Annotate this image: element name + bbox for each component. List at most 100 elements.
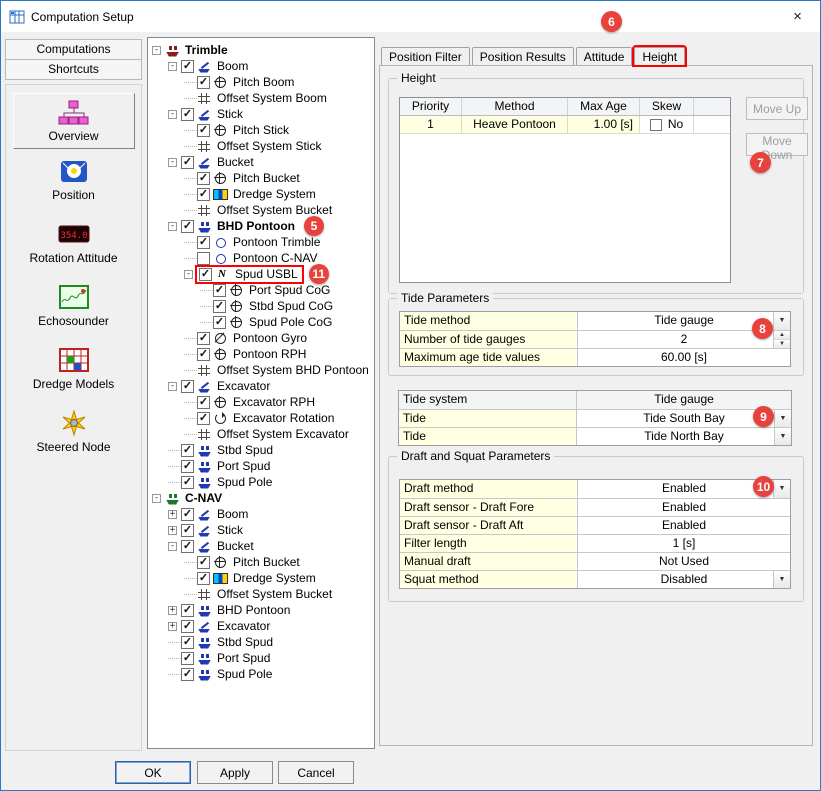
tab-height[interactable]: Height (634, 47, 685, 65)
tree-item[interactable]: Offset System Bucket (150, 586, 372, 602)
tree-item[interactable]: Excavator RPH (150, 394, 372, 410)
tree-item[interactable]: Dredge System (150, 186, 372, 202)
close-button[interactable]: × (775, 1, 820, 32)
tree-item[interactable]: Pitch Bucket (150, 554, 372, 570)
tree-item[interactable]: Spud Pole (150, 666, 372, 682)
tree-item[interactable]: Pontoon RPH (150, 346, 372, 362)
tree-item[interactable]: -Stick (150, 106, 372, 122)
method-cell[interactable]: Heave Pontoon (462, 116, 568, 133)
spinner-down-icon[interactable]: ▼ (774, 340, 790, 348)
tree-expander-icon[interactable]: - (168, 222, 177, 231)
max-age-tide-field[interactable]: 60.00 [s] (578, 349, 790, 366)
tree-item[interactable]: Offset System BHD Pontoon (150, 362, 372, 378)
checkbox[interactable] (197, 572, 210, 585)
checkbox[interactable] (197, 332, 210, 345)
tree-expander-icon[interactable]: - (168, 62, 177, 71)
checkbox[interactable] (197, 412, 210, 425)
skew-checkbox[interactable] (650, 119, 662, 131)
tree-item[interactable]: -C-NAV (150, 490, 372, 506)
tree-expander-icon[interactable]: - (152, 494, 161, 503)
tree-expander-icon[interactable]: + (168, 622, 177, 631)
tree-item[interactable]: Offset System Bucket (150, 202, 372, 218)
checkbox[interactable] (181, 508, 194, 521)
sidebar-item-overview[interactable]: Overview (13, 93, 135, 149)
checkbox[interactable] (197, 236, 210, 249)
column-header-skew[interactable]: Skew (640, 98, 694, 115)
tide-north-bay-select[interactable]: Tide North Bay ▼ (577, 428, 791, 445)
column-header-priority[interactable]: Priority (400, 98, 462, 115)
sidebar-item-echosounder[interactable]: Echosounder (6, 282, 141, 345)
sidebar-item-rotation-attitude[interactable]: 354.0 Rotation Attitude (6, 219, 141, 282)
tree-item[interactable]: -Bucket (150, 538, 372, 554)
tree-item[interactable]: Spud Pole CoG (150, 314, 372, 330)
tree-item[interactable]: Port Spud (150, 458, 372, 474)
max-age-cell[interactable]: 1.00 [s] (568, 116, 640, 133)
checkbox[interactable] (213, 316, 226, 329)
tab-position-results[interactable]: Position Results (472, 47, 574, 65)
tree-item[interactable]: Spud Pole (150, 474, 372, 490)
shortcuts-button[interactable]: Shortcuts (5, 59, 142, 80)
checkbox[interactable] (197, 556, 210, 569)
manual-draft-field[interactable]: Not Used (578, 553, 790, 570)
tree-expander-icon[interactable]: - (168, 158, 177, 167)
tree-item[interactable]: -Excavator (150, 378, 372, 394)
tree-item[interactable]: Stbd Spud CoG (150, 298, 372, 314)
tab-attitude[interactable]: Attitude (576, 47, 633, 65)
checkbox[interactable] (181, 476, 194, 489)
tree-item[interactable]: +Excavator (150, 618, 372, 634)
tree-item[interactable]: -BHD Pontoon5 (150, 218, 372, 234)
spinner-up-icon[interactable]: ▲ (774, 331, 790, 340)
tree-item[interactable]: Pontoon C-NAV (150, 250, 372, 266)
checkbox[interactable] (197, 396, 210, 409)
checkbox[interactable] (197, 124, 210, 137)
computations-button[interactable]: Computations (5, 39, 142, 60)
checkbox[interactable] (197, 172, 210, 185)
spinner[interactable]: ▲ ▼ (773, 331, 790, 348)
checkbox[interactable] (181, 220, 194, 233)
sidebar-item-steered-node[interactable]: Steered Node (6, 408, 141, 471)
chevron-down-icon[interactable]: ▼ (773, 571, 790, 588)
table-row[interactable]: 1 Heave Pontoon 1.00 [s] No (400, 116, 730, 134)
ok-button[interactable]: OK (115, 761, 191, 784)
chevron-down-icon[interactable]: ▼ (774, 410, 791, 427)
apply-button[interactable]: Apply (197, 761, 273, 784)
skew-cell[interactable]: No (640, 116, 694, 133)
tree-item[interactable]: -Bucket (150, 154, 372, 170)
tree-expander-icon[interactable]: - (168, 110, 177, 119)
tree-item[interactable]: Offset System Excavator (150, 426, 372, 442)
checkbox[interactable] (181, 444, 194, 457)
chevron-down-icon[interactable]: ▼ (773, 312, 790, 330)
draft-fore-field[interactable]: Enabled (578, 499, 790, 516)
checkbox[interactable] (197, 348, 210, 361)
cancel-button[interactable]: Cancel (278, 761, 354, 784)
sidebar-item-position[interactable]: Position (6, 156, 141, 219)
tree-expander-icon[interactable]: + (168, 510, 177, 519)
tree-expander-icon[interactable]: + (168, 606, 177, 615)
column-header-method[interactable]: Method (462, 98, 568, 115)
draft-aft-field[interactable]: Enabled (578, 517, 790, 534)
tree-item[interactable]: Offset System Boom (150, 90, 372, 106)
tree-item[interactable]: +Boom (150, 506, 372, 522)
checkbox[interactable] (197, 252, 210, 265)
checkbox[interactable] (181, 156, 194, 169)
checkbox[interactable] (181, 636, 194, 649)
tree-item[interactable]: Pitch Stick (150, 122, 372, 138)
tab-position-filter[interactable]: Position Filter (381, 47, 470, 65)
tree-item[interactable]: -Trimble (150, 42, 372, 58)
tree-item[interactable]: Offset System Stick (150, 138, 372, 154)
tree-expander-icon[interactable]: - (168, 382, 177, 391)
column-header-max-age[interactable]: Max Age (568, 98, 640, 115)
chevron-down-icon[interactable]: ▼ (773, 480, 790, 498)
checkbox[interactable] (181, 108, 194, 121)
tree-expander-icon[interactable]: - (168, 542, 177, 551)
checkbox[interactable] (181, 668, 194, 681)
tree-item[interactable]: +Stick (150, 522, 372, 538)
move-up-button[interactable]: Move Up (746, 97, 808, 120)
checkbox[interactable] (181, 380, 194, 393)
checkbox[interactable] (199, 268, 212, 281)
tree-expander-icon[interactable]: - (152, 46, 161, 55)
squat-method-select[interactable]: Disabled ▼ (578, 571, 790, 588)
checkbox[interactable] (197, 188, 210, 201)
checkbox[interactable] (181, 620, 194, 633)
checkbox[interactable] (197, 76, 210, 89)
